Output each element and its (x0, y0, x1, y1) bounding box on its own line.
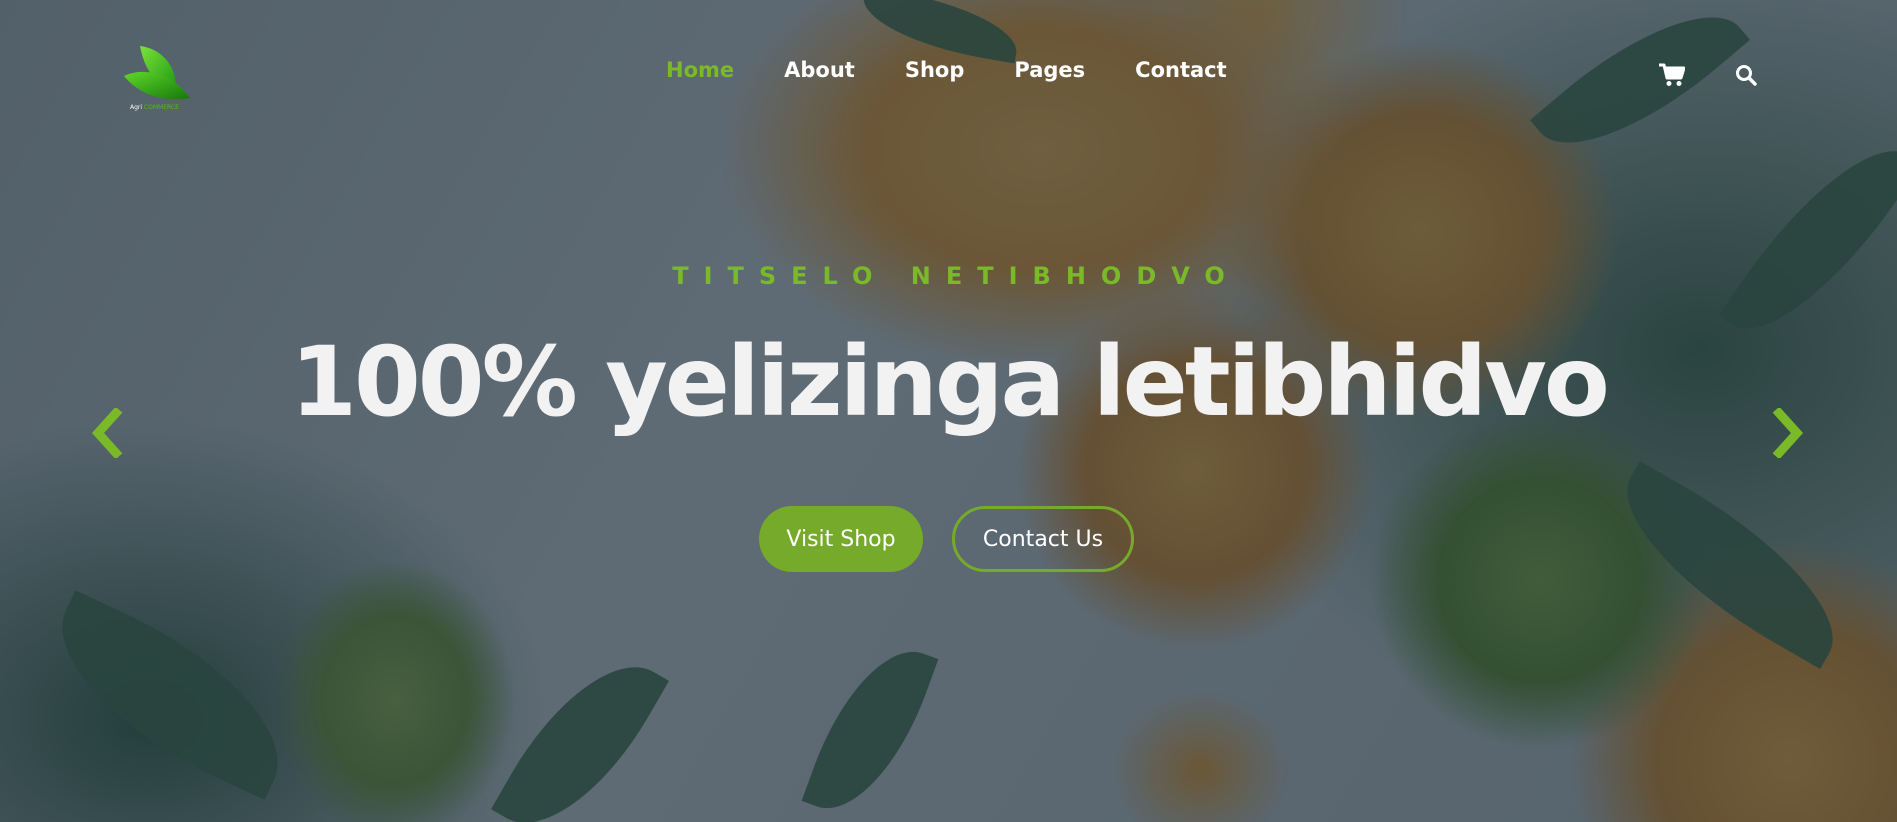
main-nav: Home About Shop Pages Contact (666, 60, 1227, 81)
cart-icon[interactable] (1659, 63, 1686, 87)
search-icon[interactable] (1735, 64, 1757, 86)
hero-eyebrow: TITSELO NETIBHODVO (672, 262, 1240, 290)
nav-item-shop[interactable]: Shop (905, 60, 965, 81)
nav-item-pages[interactable]: Pages (1014, 60, 1085, 81)
nav-item-home[interactable]: Home (666, 60, 734, 81)
nav-item-contact[interactable]: Contact (1135, 60, 1227, 81)
logo-text-prefix: Agri (130, 104, 143, 111)
site-logo[interactable]: Agri COMMERCE (118, 40, 198, 116)
carousel-prev-button[interactable] (90, 406, 124, 460)
visit-shop-button[interactable]: Visit Shop (759, 506, 923, 572)
leaf-logo-icon (124, 46, 190, 100)
hero-content: Agri COMMERCE Home About Shop Pages Cont… (0, 0, 1897, 822)
chevron-right-icon (1772, 406, 1804, 460)
carousel-next-button[interactable] (1771, 406, 1805, 460)
logo-text: Agri COMMERCE (130, 104, 179, 111)
hero-headline: 100% yelizinga letibhidvo (290, 326, 1610, 438)
nav-item-about[interactable]: About (784, 60, 855, 81)
logo-text-suffix: COMMERCE (143, 104, 179, 111)
hero-section: Agri COMMERCE Home About Shop Pages Cont… (0, 0, 1897, 822)
contact-us-button[interactable]: Contact Us (952, 506, 1134, 572)
chevron-left-icon (91, 406, 123, 460)
